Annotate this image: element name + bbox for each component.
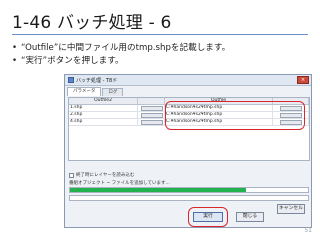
load-layers-checkbox[interactable] <box>69 172 74 178</box>
cancel-button[interactable]: キャンセル <box>277 204 305 214</box>
dialog-titlebar: バッチ処理 - T8ド × <box>65 75 311 86</box>
bullet-item-1: • “Outfile”に中間ファイル用のtmp.shpを記載します。 <box>12 43 231 53</box>
browse-input-button[interactable] <box>138 112 165 118</box>
tab-log[interactable]: ログ <box>102 88 124 96</box>
column-header-input: Outfile2 <box>69 98 138 104</box>
outfile-highlight <box>165 101 305 130</box>
secondary-progress-bar <box>69 195 309 201</box>
page-number: 51 <box>304 227 312 234</box>
bullet-text-1: “Outfile”に中間ファイル用のtmp.shpを記載します。 <box>21 43 231 53</box>
browse-input-button[interactable] <box>138 105 165 111</box>
bullet-item-2: • “実行”ボタンを押します。 <box>12 56 124 66</box>
status-text: 番組オブジェクト ~ ファイルを追加しています... <box>69 181 170 186</box>
tab-parameters[interactable]: パラメータ <box>67 87 102 96</box>
close-button[interactable]: 閉じる <box>236 212 264 222</box>
bullet-text-2: “実行”ボタンを押します。 <box>21 56 124 66</box>
dialog-title: バッチ処理 - T8ド <box>76 77 118 84</box>
slide-title: 1-46 バッチ処理 - 6 <box>12 13 172 33</box>
load-layers-label: 終了時にレイヤーを読み込む <box>76 173 135 178</box>
load-layers-option[interactable]: 終了時にレイヤーを読み込む <box>69 172 134 178</box>
column-header-browse-1 <box>138 98 165 104</box>
progress-fill <box>70 188 247 192</box>
input-cell[interactable]: 4.shp <box>69 119 138 125</box>
window-close-button[interactable]: × <box>297 76 309 84</box>
dialog-tabs: パラメータ ログ <box>65 87 311 96</box>
title-divider <box>12 34 308 35</box>
app-icon <box>68 77 74 83</box>
run-button-highlight <box>188 207 228 227</box>
bullet-list: • “Outfile”に中間ファイル用のtmp.shpを記載します。 • “実行”ボ… <box>12 42 230 68</box>
progress-bar <box>69 187 309 193</box>
input-cell[interactable]: 1.shp <box>69 105 138 111</box>
input-cell[interactable]: 2.shp <box>69 112 138 118</box>
browse-input-button[interactable] <box>138 119 165 125</box>
batch-dialog: バッチ処理 - T8ド × パラメータ ログ Outfile2 Outfile … <box>64 74 312 228</box>
